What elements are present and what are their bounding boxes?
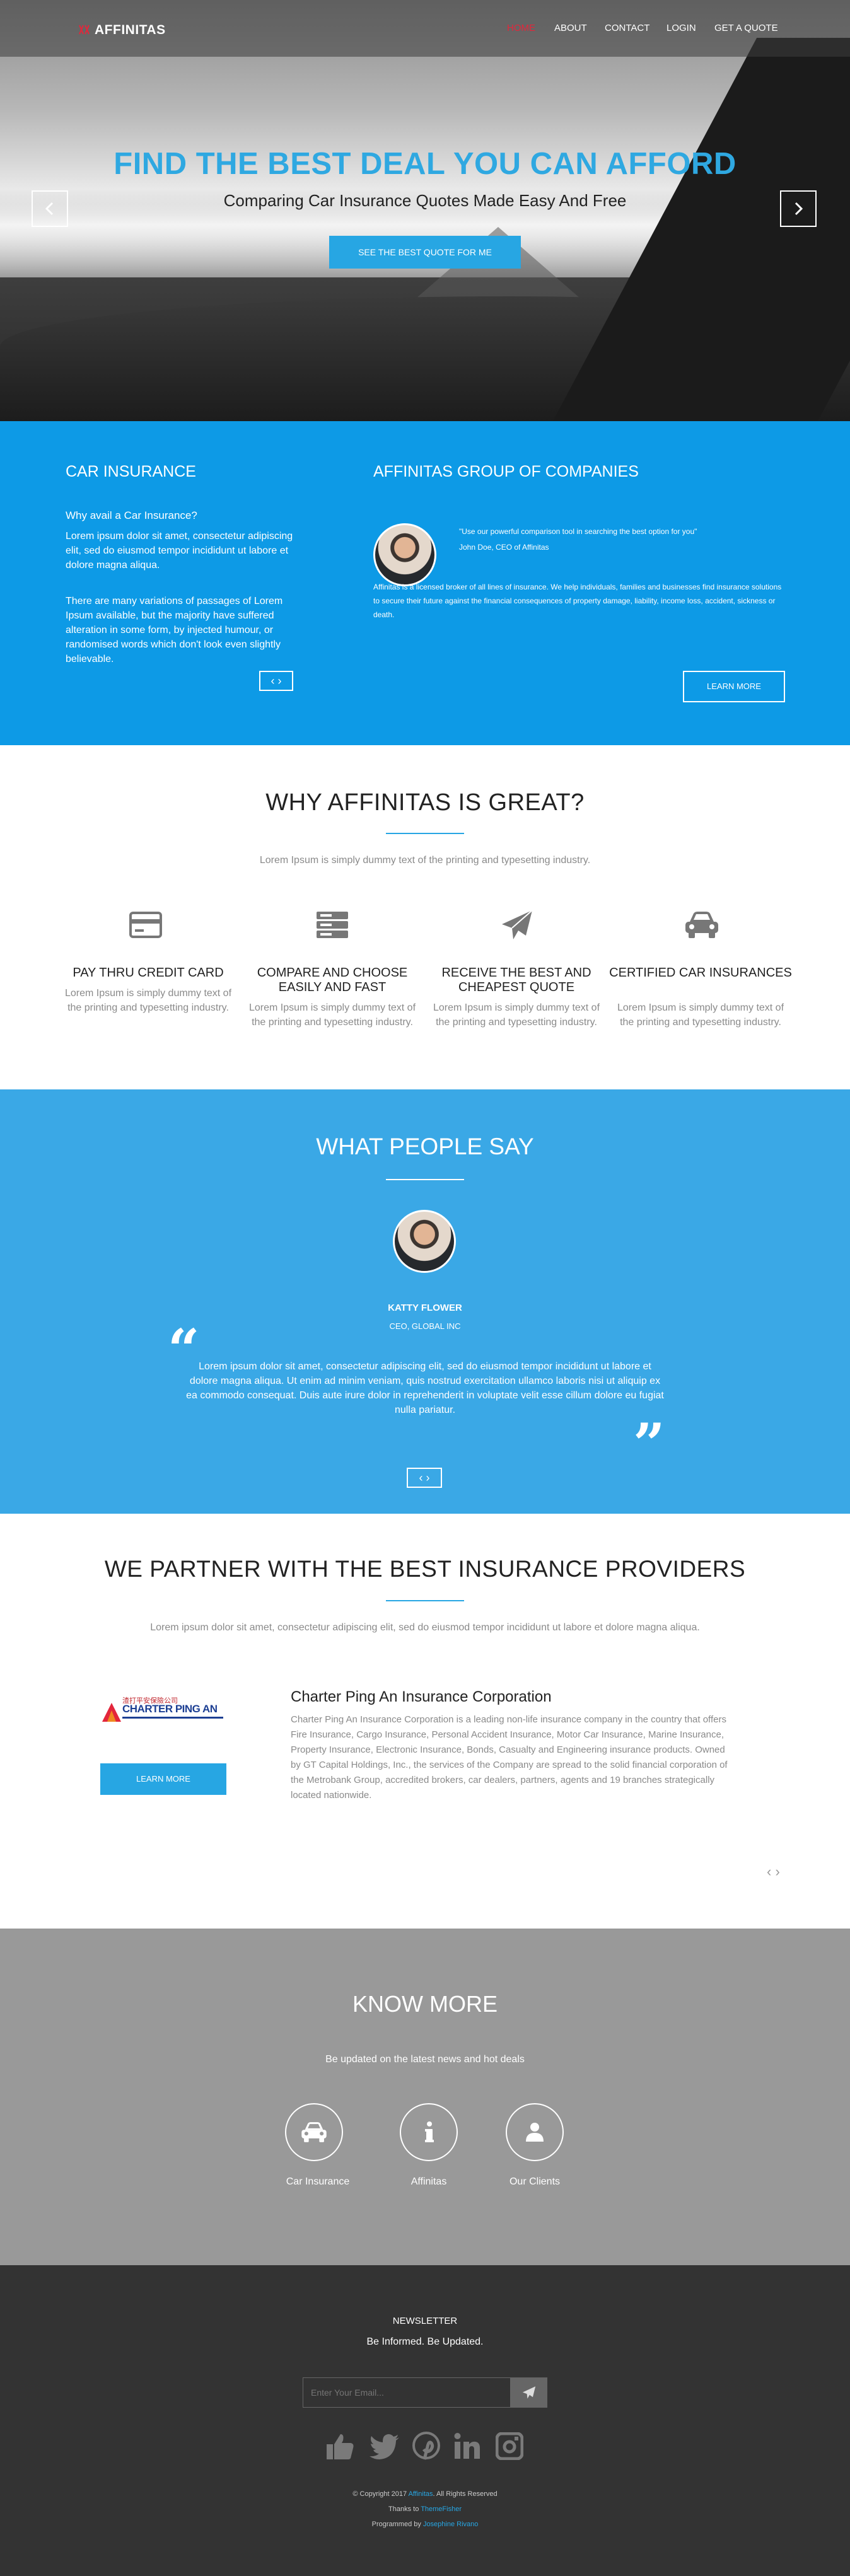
info-pager-button[interactable]: ‹ › xyxy=(259,671,293,691)
thumbs-up-icon[interactable] xyxy=(325,2433,354,2461)
pinterest-icon[interactable] xyxy=(412,2432,440,2461)
feature-text-4: Lorem Ipsum is simply dummy text of the … xyxy=(617,1002,784,1028)
copyright-suffix: . All Rights Reserved xyxy=(433,2490,498,2498)
testimonial-section: WHAT PEOPLE SAY KATTY FLOWER CEO, GLOBAL… xyxy=(0,1089,850,1514)
partner-logo-underline xyxy=(122,1717,223,1719)
programmer-line: Programmed by Josephine Rivano xyxy=(0,2521,850,2528)
car-icon xyxy=(301,2122,327,2142)
know-clients-button[interactable] xyxy=(506,2103,564,2161)
newsletter-tagline: Be Informed. Be Updated. xyxy=(366,2336,484,2347)
partner-learn-more-button[interactable]: LEARN MORE xyxy=(100,1763,226,1795)
brand-logo[interactable]: AFFINITAS xyxy=(78,23,166,38)
chevron-right-icon xyxy=(795,202,803,216)
know-car-button[interactable] xyxy=(285,2103,343,2161)
navbar: AFFINITAS HOME ABOUT CONTACT LOGIN GET A… xyxy=(0,0,850,57)
paper-plane-icon xyxy=(522,2386,536,2399)
nav-contact[interactable]: CONTACT xyxy=(605,23,649,33)
server-icon xyxy=(317,912,348,938)
linkedin-icon[interactable] xyxy=(454,2433,480,2459)
hero-next-button[interactable] xyxy=(780,190,817,227)
car-insurance-title: CAR INSURANCE xyxy=(66,463,196,480)
why-divider xyxy=(386,833,464,834)
partner-pager-button[interactable]: ‹ › xyxy=(767,1864,780,1880)
nav-home[interactable]: HOME xyxy=(507,23,535,33)
programmer-prefix: Programmed by xyxy=(371,2521,421,2528)
testimonial-name: KATTY FLOWER xyxy=(388,1303,462,1313)
partner-logo-text: CHARTER PING AN xyxy=(122,1703,218,1715)
group-quote: "Use our powerful comparison tool in sea… xyxy=(459,527,697,536)
thanks-link[interactable]: ThemeFisher xyxy=(421,2505,462,2513)
know-car-label[interactable]: Car Insurance xyxy=(253,2176,382,2188)
partner-logo: 渣打平安保險公司 CHARTER PING AN xyxy=(101,1695,227,1727)
paper-plane-icon xyxy=(502,910,533,939)
testimonial-role: CEO, GLOBAL INC xyxy=(389,1321,461,1331)
partners-title: WE PARTNER WITH THE BEST INSURANCE PROVI… xyxy=(104,1556,746,1582)
know-affinitas-button[interactable] xyxy=(400,2103,458,2161)
car-insurance-para2: There are many variations of passages of… xyxy=(66,596,283,664)
testimonial-title: WHAT PEOPLE SAY xyxy=(316,1134,534,1159)
thanks-line: Thanks to ThemeFisher xyxy=(0,2505,850,2513)
feature-title-2: COMPARE AND CHOOSE EASILY AND FAST xyxy=(257,966,408,994)
group-description: Affinitas is a licensed broker of all li… xyxy=(373,583,782,619)
partners-divider xyxy=(386,1600,464,1601)
newsletter-submit-button[interactable] xyxy=(511,2377,547,2408)
hero-prev-button[interactable] xyxy=(32,190,68,227)
group-quote-author: John Doe, CEO of Affinitas xyxy=(459,543,549,552)
know-more-title: KNOW MORE xyxy=(352,1991,498,2017)
car-icon xyxy=(685,912,718,938)
hero-section: AFFINITAS HOME ABOUT CONTACT LOGIN GET A… xyxy=(0,0,850,421)
copyright-line: © Copyright 2017 Affinitas. All Rights R… xyxy=(0,2490,850,2498)
testimonial-text: Lorem ipsum dolor sit amet, consectetur … xyxy=(186,1361,664,1415)
partners-intro: Lorem ipsum dolor sit amet, consectetur … xyxy=(150,1622,700,1633)
group-learn-more-button[interactable]: LEARN MORE xyxy=(683,671,785,702)
partner-logo-mark xyxy=(102,1703,121,1722)
partner-description: Charter Ping An Insurance Corporation is… xyxy=(291,1714,728,1801)
brand-name: AFFINITAS xyxy=(95,23,166,37)
nav-about[interactable]: ABOUT xyxy=(554,23,587,33)
twitter-icon[interactable] xyxy=(370,2434,400,2459)
testimonial-divider xyxy=(386,1179,464,1180)
testimonial-pager-button[interactable]: ‹ › xyxy=(407,1468,442,1488)
feature-text-1: Lorem Ipsum is simply dummy text of the … xyxy=(64,988,232,1013)
know-more-subtitle: Be updated on the latest news and hot de… xyxy=(325,2054,525,2065)
newsletter-title: NEWSLETTER xyxy=(392,2316,458,2326)
hero-title: FIND THE BEST DEAL YOU CAN AFFORD xyxy=(114,147,736,181)
copyright-prefix: © Copyright 2017 xyxy=(352,2490,407,2498)
car-insurance-question: Why avail a Car Insurance? xyxy=(66,509,197,521)
ceo-avatar xyxy=(373,523,436,586)
user-icon xyxy=(526,2123,544,2142)
info-icon xyxy=(425,2121,434,2142)
footer: NEWSLETTER Be Informed. Be Updated. © Co… xyxy=(0,2265,850,2576)
know-more-section: KNOW MORE Be updated on the latest news … xyxy=(0,1929,850,2265)
chevron-left-icon xyxy=(45,202,54,216)
why-title: WHY AFFINITAS IS GREAT? xyxy=(265,789,585,816)
nav-get-a-quote[interactable]: GET A QUOTE xyxy=(714,23,778,33)
testimonial-avatar xyxy=(393,1210,456,1273)
close-quote-icon: ” xyxy=(633,1411,665,1477)
partner-name: Charter Ping An Insurance Corporation xyxy=(291,1688,552,1705)
hero-subtitle: Comparing Car Insurance Quotes Made Easy… xyxy=(223,191,627,210)
nav-login[interactable]: LOGIN xyxy=(667,23,696,33)
car-insurance-para1: Lorem ipsum dolor sit amet, consectetur … xyxy=(66,531,293,571)
programmer-link[interactable]: Josephine Rivano xyxy=(423,2521,478,2528)
feature-title-1: PAY THRU CREDIT CARD xyxy=(73,966,224,980)
instagram-icon[interactable] xyxy=(496,2432,523,2460)
feature-title-3: RECEIVE THE BEST AND CHEAPEST QUOTE xyxy=(441,966,591,994)
credit-card-icon xyxy=(129,912,162,938)
feature-text-3: Lorem Ipsum is simply dummy text of the … xyxy=(433,1002,600,1028)
why-intro: Lorem Ipsum is simply dummy text of the … xyxy=(259,855,591,866)
thanks-prefix: Thanks to xyxy=(388,2505,419,2513)
hero-cta-button[interactable]: SEE THE BEST QUOTE FOR ME xyxy=(329,236,521,269)
group-title: AFFINITAS GROUP OF COMPANIES xyxy=(373,463,639,480)
brand-mark-icon xyxy=(79,25,90,35)
newsletter-email-input[interactable] xyxy=(303,2377,511,2408)
know-clients-label[interactable]: Our Clients xyxy=(470,2176,599,2188)
copyright-link[interactable]: Affinitas xyxy=(409,2490,433,2498)
feature-title-4: CERTIFIED CAR INSURANCES xyxy=(609,966,792,980)
feature-text-2: Lorem Ipsum is simply dummy text of the … xyxy=(248,1002,416,1028)
info-section: CAR INSURANCE Why avail a Car Insurance?… xyxy=(0,421,850,745)
